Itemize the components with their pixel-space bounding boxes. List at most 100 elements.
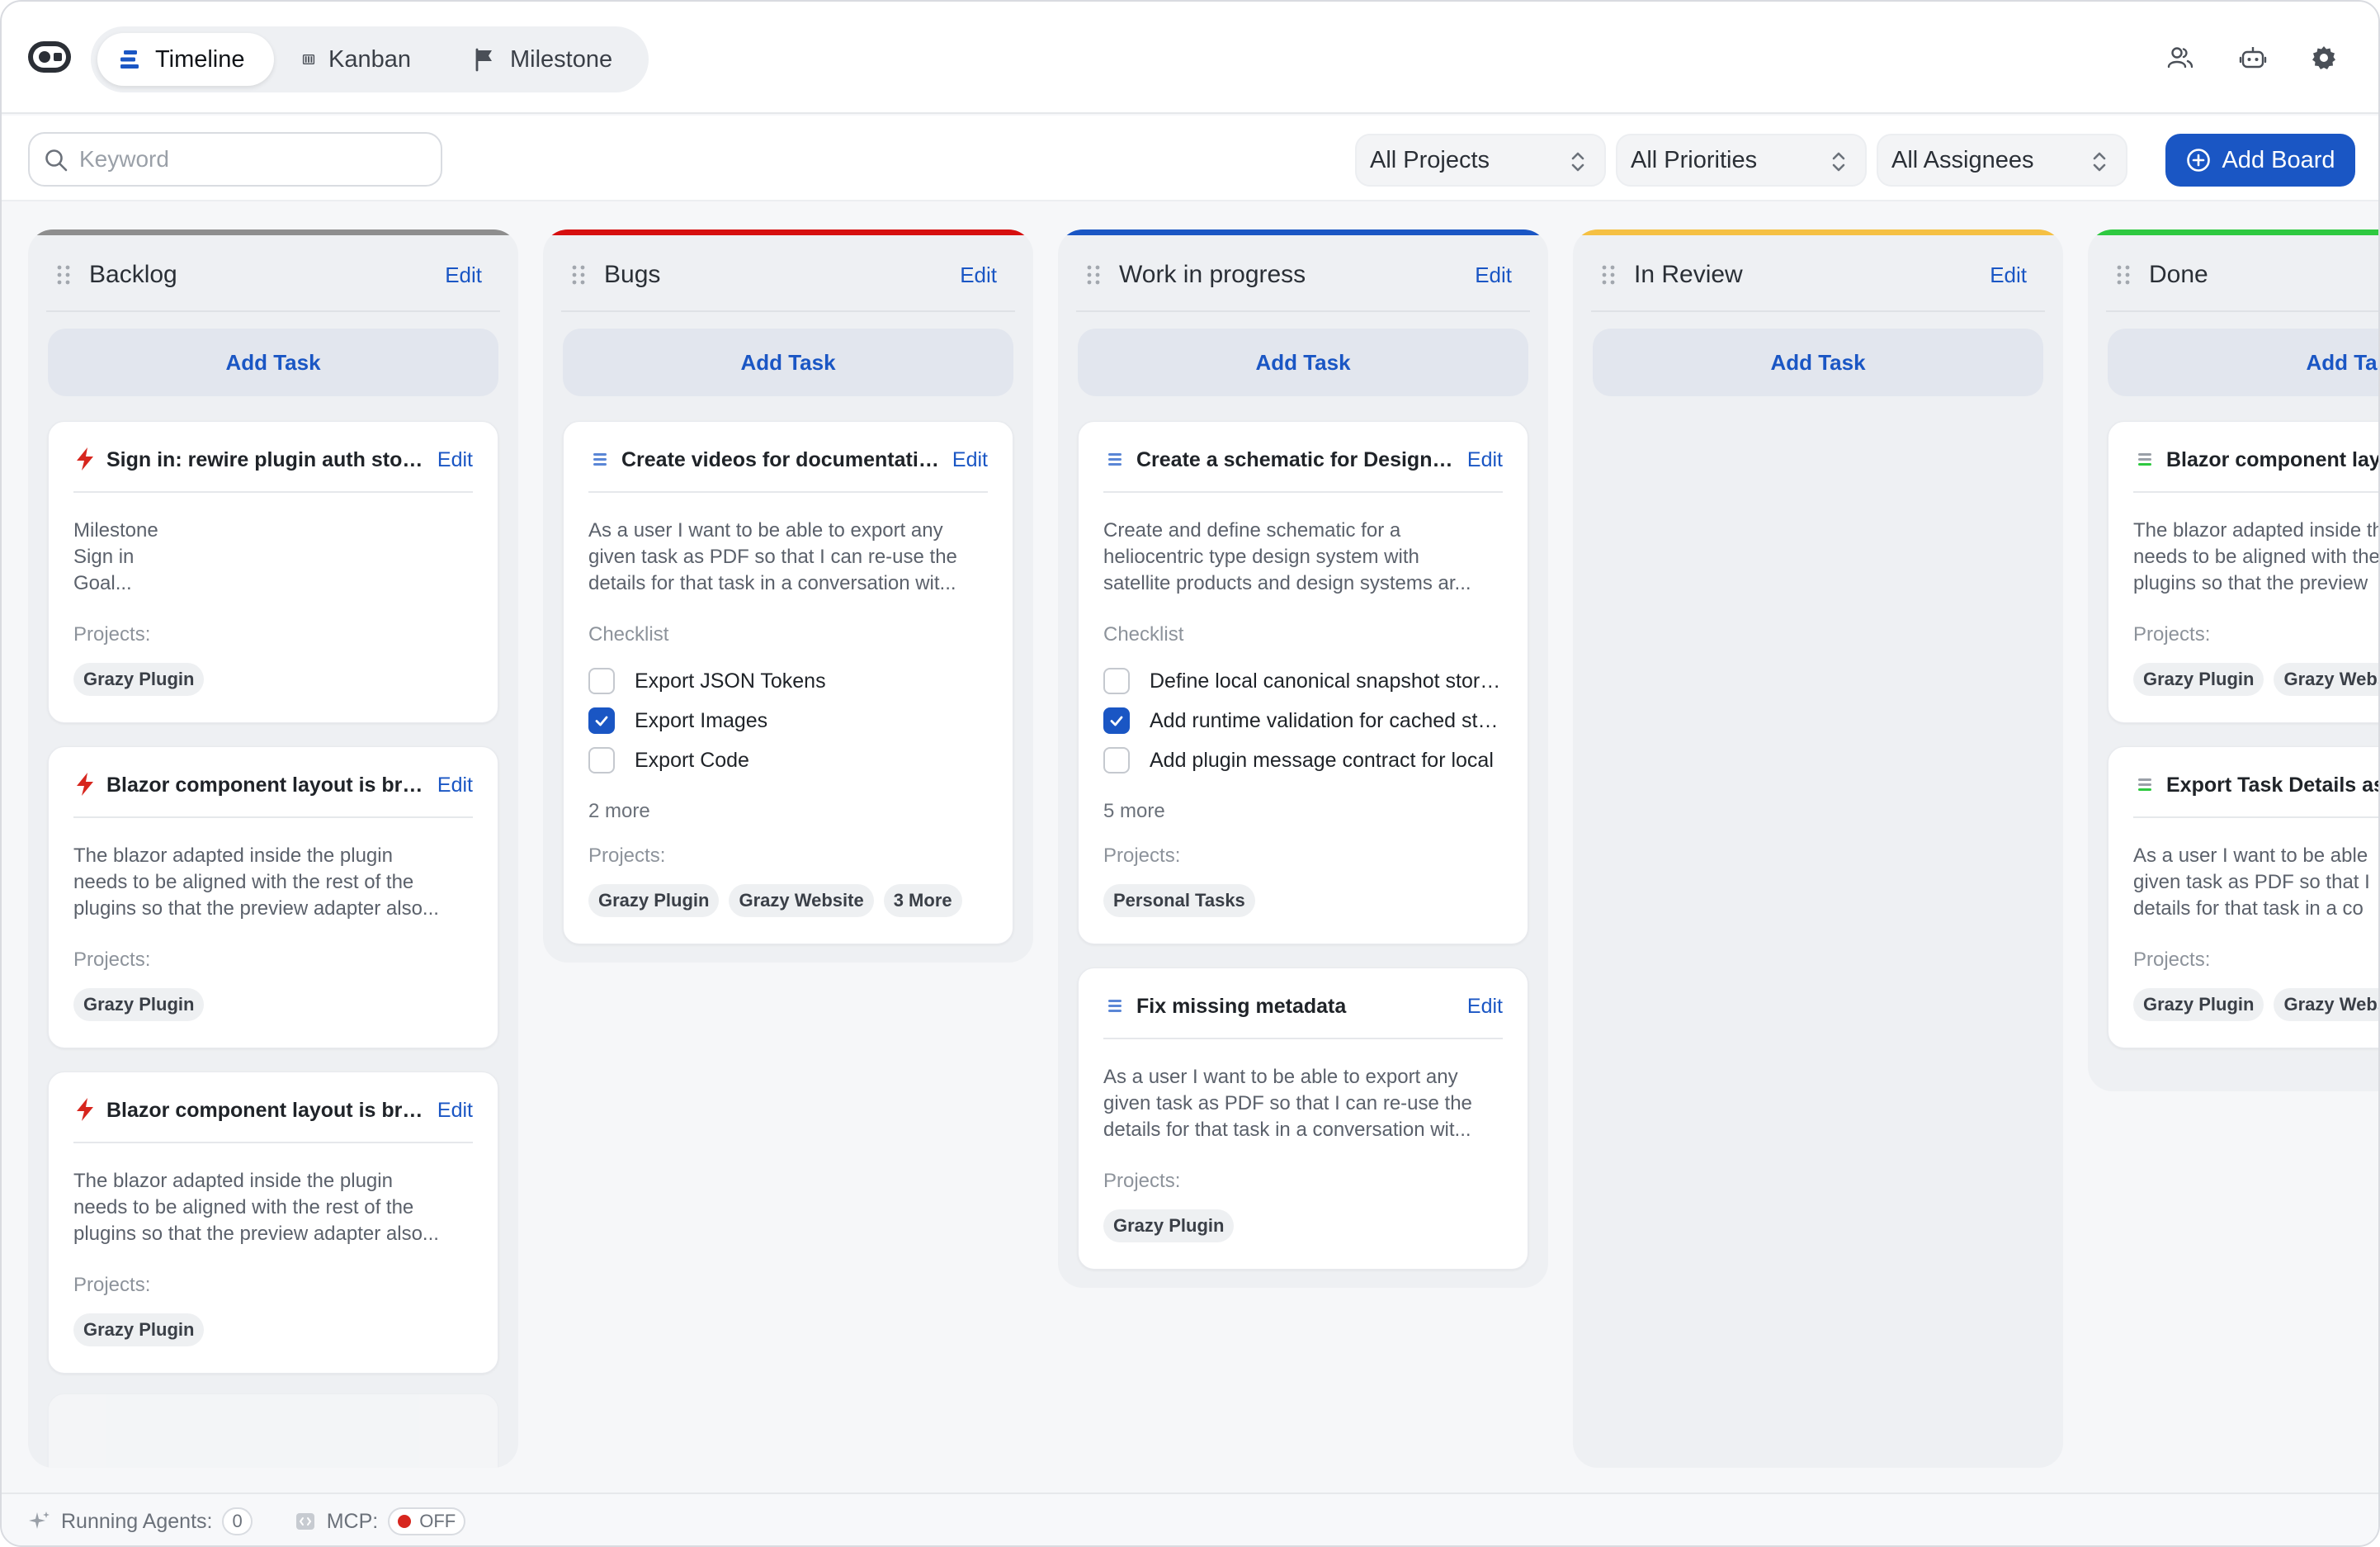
- card-description: As a user I want to be able given task a…: [2133, 843, 2378, 922]
- project-tag[interactable]: Grazy Plugin: [588, 884, 720, 917]
- flag-icon: [475, 48, 492, 72]
- task-card-peek[interactable]: [48, 1393, 498, 1468]
- running-agents-label: Running Agents:: [61, 1509, 213, 1533]
- projects-label: Projects:: [2133, 949, 2211, 971]
- mcp-toggle[interactable]: OFF: [388, 1507, 466, 1535]
- checklist-checkbox[interactable]: [588, 707, 615, 734]
- drag-handle-icon[interactable]: [54, 263, 73, 287]
- task-card[interactable]: Fix missing metadata Edit As a user I wa…: [1078, 967, 1528, 1270]
- desc-line: details for that task in a co: [2133, 897, 2363, 920]
- desc-line: needs to be aligned with the rest of the: [73, 1196, 414, 1218]
- card-header: Blazor component layout is broken Edit: [73, 772, 473, 818]
- card-header: Blazor component layout is broken Edit: [73, 1097, 473, 1143]
- card-title: Fix missing metadata: [1136, 995, 1347, 1018]
- checklist-item: Add plugin message contract for local: [1103, 744, 1503, 777]
- desc-line: plugins so that the preview: [2133, 572, 2368, 594]
- assignees-select[interactable]: All Assignees: [1877, 134, 2127, 187]
- column-color-bar: [1058, 229, 1548, 235]
- task-card[interactable]: Blazor component layout is broken Edit T…: [48, 1072, 498, 1374]
- tab-timeline[interactable]: Timeline: [97, 33, 274, 86]
- checklist-item: Define local canonical snapshot storage: [1103, 665, 1503, 698]
- project-tags: Grazy Plugin Grazy Website 3 More: [588, 884, 962, 917]
- desc-line: needs to be aligned with the rest of the: [73, 871, 414, 893]
- tab-kanban-label: Kanban: [328, 45, 411, 73]
- priorities-select[interactable]: All Priorities: [1616, 134, 1867, 187]
- card-title: Blazor component layout: [2166, 448, 2378, 471]
- add-task-button[interactable]: Add Task: [1593, 329, 2043, 396]
- add-task-button[interactable]: Add Task: [563, 329, 1013, 396]
- search-icon: [45, 149, 68, 172]
- projects-label: Projects:: [73, 1274, 151, 1296]
- card-edit-button[interactable]: Edit: [952, 447, 988, 473]
- checklist-more-link[interactable]: 2 more: [588, 800, 650, 823]
- add-task-button[interactable]: Add Task: [1078, 329, 1528, 396]
- checklist-checkbox[interactable]: [1103, 747, 1130, 774]
- drag-handle-icon[interactable]: [569, 263, 588, 287]
- card-edit-button[interactable]: Edit: [437, 772, 473, 798]
- task-card[interactable]: Blazor component layout The blazor adapt…: [2108, 421, 2378, 723]
- column-edit-button[interactable]: Edit: [1990, 263, 2027, 288]
- project-tags: Grazy Plugin: [73, 663, 205, 696]
- drag-handle-icon[interactable]: [2114, 263, 2132, 287]
- drag-handle-icon[interactable]: [1084, 263, 1103, 287]
- column-header: Done: [2106, 239, 2378, 312]
- column-edit-button[interactable]: Edit: [445, 263, 482, 288]
- chevron-updown-icon: [1571, 152, 1584, 172]
- add-board-button[interactable]: Add Board: [2165, 134, 2355, 187]
- settings-button[interactable]: [2307, 41, 2340, 74]
- priority-low-icon: [2138, 453, 2151, 466]
- checklist-checkbox[interactable]: [1103, 668, 1130, 694]
- drag-handle-icon[interactable]: [1599, 263, 1617, 287]
- card-title: Create videos for documentation: [621, 448, 939, 471]
- project-tag[interactable]: Personal Tasks: [1103, 884, 1255, 917]
- projects-select[interactable]: All Projects: [1355, 134, 1606, 187]
- agents-button[interactable]: [2236, 41, 2269, 74]
- search-input[interactable]: [79, 140, 426, 178]
- projects-select-value: All Projects: [1370, 146, 1490, 173]
- desc-line: given task as PDF so that I can re-use t…: [1103, 1092, 1472, 1114]
- lightning-icon: [77, 773, 93, 796]
- gear-icon: [2312, 46, 2335, 69]
- project-tag[interactable]: Grazy Plugin: [2133, 663, 2264, 696]
- desc-line: plugins so that the preview adapter also…: [73, 897, 439, 920]
- desc-line: details for that task in a conversation …: [1103, 1119, 1471, 1141]
- checklist-checkbox[interactable]: [588, 747, 615, 774]
- tab-kanban[interactable]: Kanban: [282, 33, 431, 86]
- projects-label: Projects:: [73, 623, 151, 646]
- project-tag[interactable]: Grazy Website: [729, 884, 874, 917]
- project-tag[interactable]: Grazy Plugin: [73, 663, 205, 696]
- add-task-button[interactable]: Add Task: [48, 329, 498, 396]
- task-card[interactable]: Export Task Details as As a user I want …: [2108, 746, 2378, 1048]
- card-edit-button[interactable]: Edit: [1467, 993, 1503, 1020]
- checklist-checkbox[interactable]: [1103, 707, 1130, 734]
- kanban-board: Backlog Edit Add Task Sign in: rewire pl…: [2, 203, 2378, 1493]
- task-card[interactable]: Create videos for documentation Edit As …: [563, 421, 1013, 944]
- card-edit-button[interactable]: Edit: [1467, 447, 1503, 473]
- project-tag[interactable]: Grazy Plugin: [73, 1313, 205, 1346]
- project-tag[interactable]: Grazy Website: [2274, 988, 2378, 1021]
- users-button[interactable]: [2164, 41, 2197, 74]
- checklist-more-link[interactable]: 5 more: [1103, 800, 1165, 823]
- task-card[interactable]: Create a schematic for Design System Edi…: [1078, 421, 1528, 944]
- project-tag[interactable]: Grazy Plugin: [1103, 1209, 1235, 1242]
- app-logo-icon[interactable]: [26, 38, 73, 76]
- tab-milestone[interactable]: Milestone: [452, 33, 642, 86]
- card-description: The blazor adapted inside the plugin nee…: [2133, 518, 2378, 597]
- card-edit-button[interactable]: Edit: [437, 447, 473, 473]
- project-tag[interactable]: Grazy Website: [2274, 663, 2378, 696]
- check-icon: [1110, 716, 1123, 726]
- column-color-bar: [543, 229, 1033, 235]
- checklist-checkbox[interactable]: [588, 668, 615, 694]
- add-task-button[interactable]: Add Task: [2108, 329, 2378, 396]
- task-card[interactable]: Blazor component layout is broken Edit T…: [48, 746, 498, 1048]
- priority-medium-icon: [1108, 1000, 1122, 1012]
- top-bar: Timeline Kanban Milestone: [2, 2, 2378, 114]
- task-card[interactable]: Sign in: rewire plugin auth storage Edit…: [48, 421, 498, 723]
- card-edit-button[interactable]: Edit: [437, 1097, 473, 1124]
- column-edit-button[interactable]: Edit: [1475, 263, 1512, 288]
- project-tags: Personal Tasks: [1103, 884, 1255, 917]
- project-tag-more[interactable]: 3 More: [883, 884, 962, 917]
- column-edit-button[interactable]: Edit: [960, 263, 997, 288]
- project-tag[interactable]: Grazy Plugin: [73, 988, 205, 1021]
- project-tag[interactable]: Grazy Plugin: [2133, 988, 2264, 1021]
